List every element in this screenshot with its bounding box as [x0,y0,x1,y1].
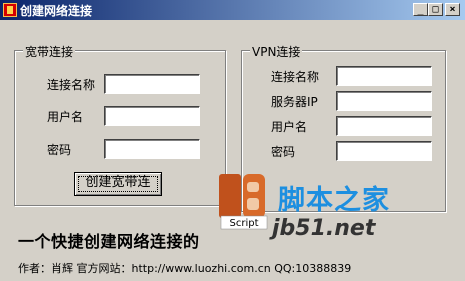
broadband-pass-label: 密码 [47,143,72,157]
vpn-user-input[interactable] [336,116,432,136]
create-broadband-button[interactable]: 创建宽带连 [74,172,162,196]
title-bar: 创建网络连接 _ □ × [0,0,465,20]
vpn-server-field[interactable] [337,92,431,110]
vpn-server-input[interactable] [336,91,432,111]
broadband-pass-field[interactable] [105,140,199,158]
broadband-name-label: 连接名称 [47,78,96,92]
vpn-pass-label: 密码 [271,145,296,159]
watermark-domain: jb51.net [272,216,376,241]
broadband-user-input[interactable] [104,106,200,126]
app-icon [3,3,17,17]
broadband-pass-input[interactable] [104,139,200,159]
description-text: 一个快捷创建网络连接的 [18,232,200,251]
broadband-legend: 宽带连接 [23,43,76,60]
maximize-button[interactable]: □ [428,3,443,16]
window-title: 创建网络连接 [20,4,93,18]
vpn-legend: VPN连接 [250,43,303,60]
broadband-name-input[interactable] [104,74,200,94]
vpn-server-label: 服务器IP [271,95,318,109]
watermark-logo: Script [219,174,268,230]
vpn-pass-input[interactable] [336,141,432,161]
footer-text: 作者：肖辉 官方网站：http://www.luozhi.com.cn QQ:1… [18,262,352,275]
watermark-logo-text: Script [229,218,258,229]
button-focus-rect [78,176,158,192]
broadband-user-field[interactable] [105,107,199,125]
vpn-pass-field[interactable] [337,142,431,160]
vpn-user-label: 用户名 [271,120,308,134]
vpn-user-field[interactable] [337,117,431,135]
broadband-name-field[interactable] [105,75,199,93]
vpn-name-field[interactable] [337,67,431,85]
close-button[interactable]: × [445,3,460,16]
minimize-button[interactable]: _ [413,3,428,16]
vpn-name-input[interactable] [336,66,432,86]
watermark-name: 脚本之家 [278,185,390,216]
broadband-user-label: 用户名 [47,110,84,124]
vpn-name-label: 连接名称 [271,70,320,84]
